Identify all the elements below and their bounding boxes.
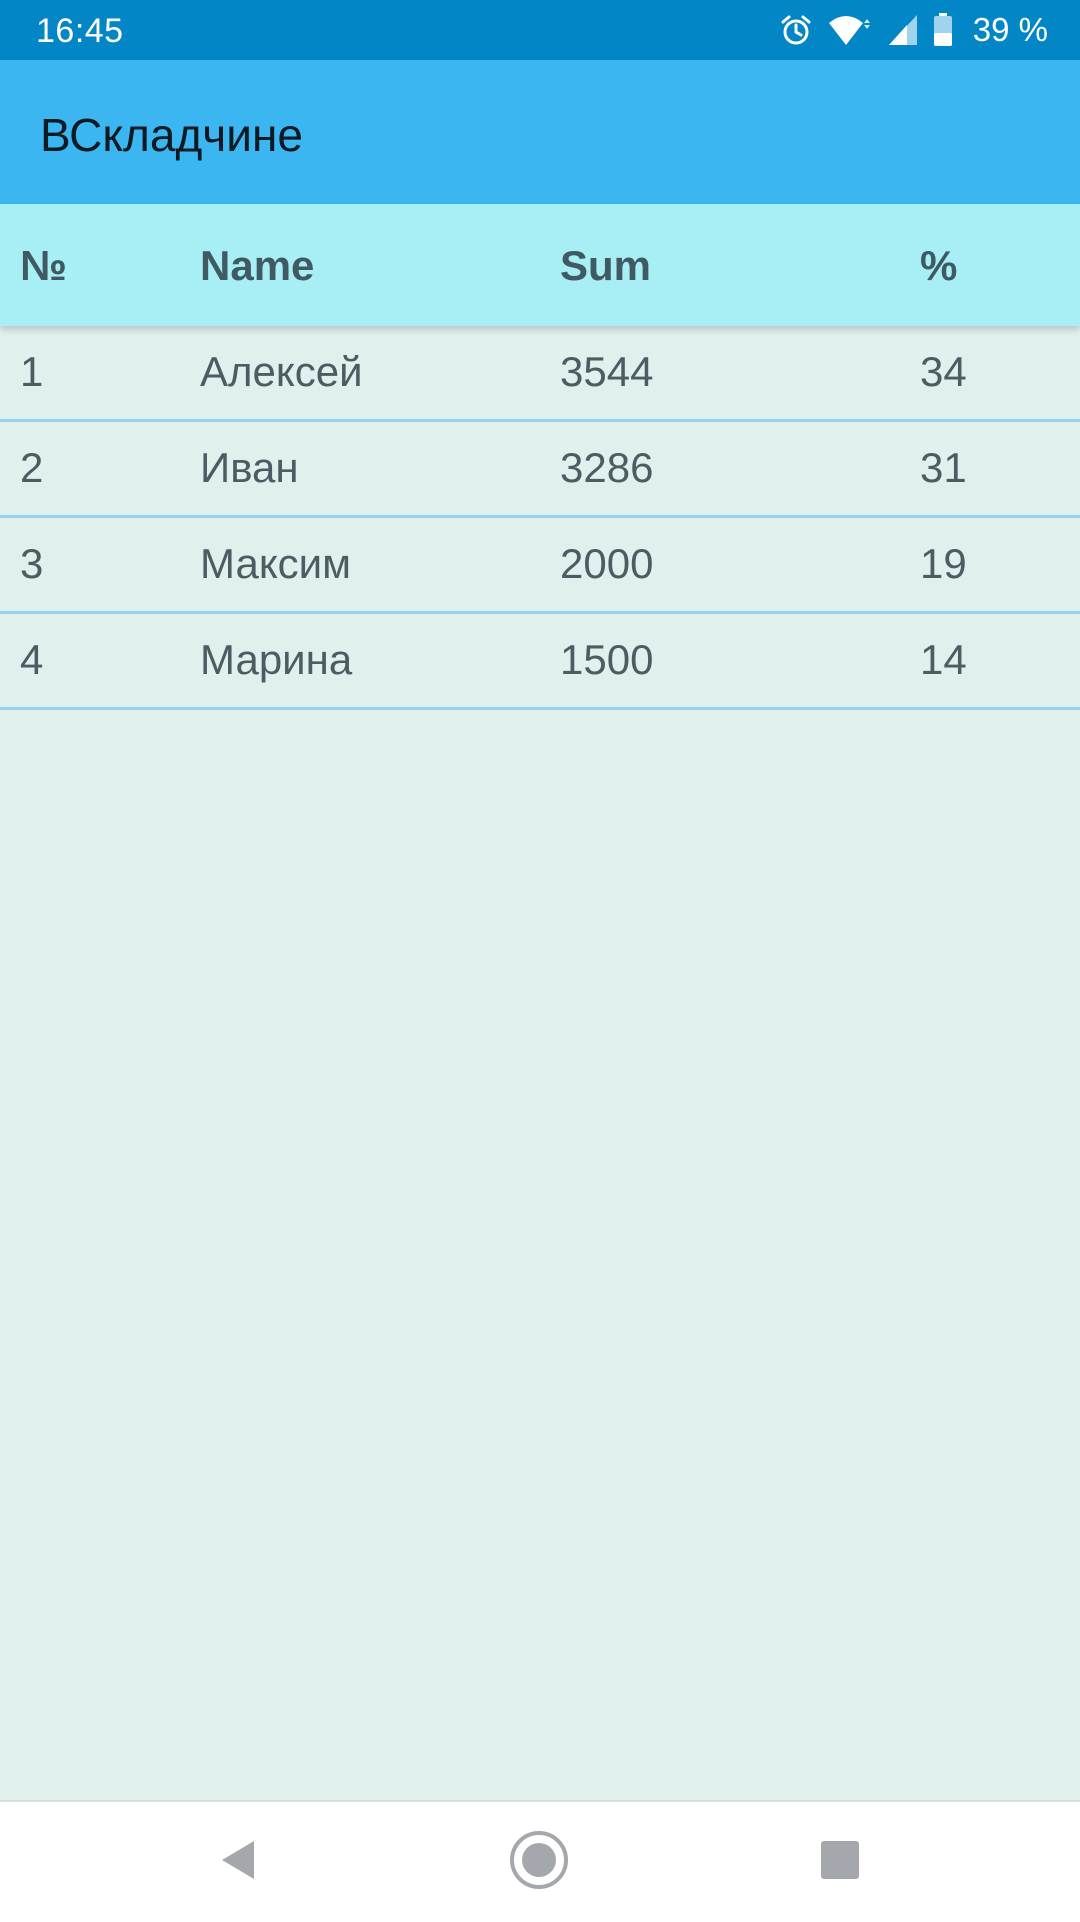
row-name: Марина [200, 636, 353, 683]
battery-percent: 39 % [972, 11, 1048, 48]
status-bar: 16:45 39 % [0, 0, 1080, 60]
recent-apps-icon [819, 1839, 861, 1886]
status-time: 16:45 [36, 12, 124, 50]
app-title: ВСкладчине [40, 109, 303, 161]
column-header-number: № [20, 242, 67, 289]
row-sum: 3544 [560, 348, 654, 395]
row-sum: 3286 [560, 444, 654, 491]
row-sum: 1500 [560, 636, 654, 683]
row-percent: 34 [920, 348, 967, 395]
back-icon [218, 1838, 258, 1887]
column-header-name: Name [200, 242, 315, 289]
table-row[interactable]: 2 Иван 3286 31 [0, 422, 1080, 518]
recent-apps-button[interactable] [810, 1832, 870, 1892]
row-number: 3 [20, 540, 44, 587]
home-button[interactable] [509, 1830, 569, 1895]
home-icon [509, 1830, 569, 1895]
battery-icon [933, 13, 953, 47]
back-button[interactable] [208, 1832, 268, 1892]
table-body: 1 Алексей 3544 34 2 Иван 3286 31 3 Макси… [0, 326, 1080, 710]
table-row[interactable]: 4 Марина 1500 14 [0, 614, 1080, 710]
row-number: 2 [20, 444, 44, 491]
row-percent: 14 [920, 636, 967, 683]
table-header: № Name Sum % [0, 204, 1080, 326]
table-row[interactable]: 3 Максим 2000 19 [0, 518, 1080, 614]
row-number: 1 [20, 348, 44, 395]
row-percent: 31 [920, 444, 967, 491]
status-icons: 39 % [779, 10, 1048, 50]
row-name: Алексей [200, 348, 363, 395]
column-header-sum: Sum [560, 242, 652, 289]
row-sum: 2000 [560, 540, 654, 587]
signal-icon [887, 13, 919, 47]
row-number: 4 [20, 636, 44, 683]
column-header-percent: % [920, 242, 958, 289]
alarm-icon [779, 13, 813, 47]
wifi-icon [827, 13, 873, 47]
table-row[interactable]: 1 Алексей 3544 34 [0, 326, 1080, 422]
row-percent: 19 [920, 540, 967, 587]
row-name: Максим [200, 540, 351, 587]
navigation-bar [0, 1800, 1080, 1922]
app-bar: ВСкладчине [0, 60, 1080, 204]
row-name: Иван [200, 444, 299, 491]
